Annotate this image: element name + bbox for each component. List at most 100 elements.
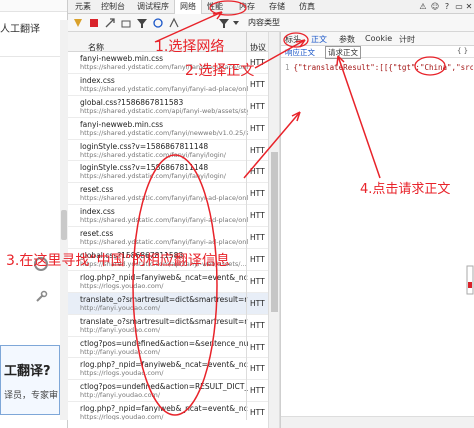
request-path: https://shared.ydstatic.com/fanyi/fanyi-… [80, 194, 248, 203]
request-protocol: HTT [250, 145, 265, 155]
export-icon[interactable] [104, 17, 116, 29]
request-name: loginStyle.css?v=1586867811148 [80, 163, 209, 173]
filter-funnel-icon[interactable] [136, 17, 148, 29]
response-json-text: {"translateResult":[[{"tgt":"China","src… [293, 63, 473, 72]
body-sub-tabs: 响应正文 请求正文 [281, 46, 474, 59]
detail-tabs: 标头 正文 参数 Cookie 计时 [281, 32, 474, 46]
page-scrollbar[interactable] [60, 20, 68, 420]
import-icon[interactable] [120, 17, 132, 29]
throttle-icon[interactable] [168, 17, 180, 29]
request-list: fanyi-newweb.min.css https://shared.ydsta… [68, 52, 268, 420]
page-scroll-thumb[interactable] [61, 210, 67, 240]
request-protocol: HTT [250, 211, 265, 221]
wrench-icon[interactable] [34, 290, 48, 304]
scroll-edge-handle[interactable] [466, 262, 474, 302]
request-row[interactable]: rlog.php?_npid=fanyiweb&_ncat=event&_nco… [68, 271, 268, 293]
request-name: rlog.php?_npid=fanyiweb&_ncat=event&_nco… [80, 360, 248, 370]
request-row[interactable]: reset.css https://shared.ydstatic.com/fan… [68, 183, 268, 206]
network-toolbar: 内容类型 [68, 14, 474, 32]
detail-horizontal-scrollbar[interactable] [281, 416, 474, 428]
column-divider [246, 52, 247, 420]
request-path: https://shared.ydstatic.com/fanyi/fanyi-… [80, 216, 248, 225]
detail-tab[interactable]: Cookie [365, 34, 392, 43]
request-name: translate_o?smartresult=dict&smartresult… [80, 294, 248, 304]
devtools-tab[interactable]: 网络 [174, 0, 202, 14]
request-row[interactable]: index.css https://shared.ydstatic.com/fan… [68, 205, 268, 228]
promo-subtitle: 译员，专家审 [4, 391, 59, 401]
request-protocol: HTT [250, 79, 265, 89]
request-name: fanyi-newweb.min.css [80, 119, 164, 129]
request-path: https://shared.ydstatic.com/api/fanyi-we… [80, 106, 248, 115]
detail-tab[interactable]: 正文 [311, 34, 327, 45]
request-name: rlog.php?_npid=fanyiweb&_ncat=event&_nco… [80, 404, 248, 414]
request-path: https://shared.ydstatic.com/fanyi/newweb… [80, 128, 248, 137]
request-path: http://fanyi.youdao.com/ [80, 325, 161, 334]
annotation-step-1: 1.选择网络 [155, 39, 225, 55]
request-name: reset.css [80, 185, 114, 195]
detail-tab[interactable]: 标头 [285, 34, 301, 45]
devtools-tab[interactable]: 存储 [264, 0, 290, 14]
request-row[interactable]: rlog.php?_npid=fanyiweb&_ncat=event&_nco… [68, 358, 268, 381]
request-name: rlog.php?_npid=fanyiweb&_ncat=event&_nco… [80, 272, 248, 282]
request-protocol: HTT [250, 255, 265, 265]
filter-dropdown-icon[interactable] [218, 17, 230, 29]
request-protocol: HTT [250, 189, 265, 199]
detail-tab[interactable]: 参数 [339, 34, 355, 45]
request-row[interactable]: ctlog?pos=undefined&action=RESULT_DICT_S… [68, 380, 268, 403]
devtools-tab[interactable]: 仿真 [294, 0, 320, 14]
page-content-strip: 人工翻译 工翻译? 译员，专家审 [0, 0, 68, 428]
request-protocol: HTT [250, 320, 265, 330]
record-icon[interactable] [88, 17, 100, 29]
promo-box [0, 345, 60, 415]
request-protocol: HTT [250, 276, 265, 286]
content-type-filter[interactable]: 内容类型 [248, 17, 280, 28]
cache-icon[interactable] [152, 17, 164, 29]
request-row[interactable]: loginStyle.css?v=1586867811148 https://sh… [68, 140, 268, 162]
chevron-down-icon[interactable] [232, 19, 240, 27]
request-protocol: HTT [250, 233, 265, 243]
warning-icon[interactable]: ⚠ [418, 2, 428, 12]
request-path: https://shared.ydstatic.com/fanyi/fanyi/… [80, 150, 226, 159]
page-top-bar [0, 0, 67, 12]
devtools-tab[interactable]: 性能 [202, 0, 228, 14]
dock-icon[interactable]: ▭ [454, 2, 464, 12]
request-row[interactable]: global.css?1586867811583 https://shared.y… [68, 96, 268, 118]
devtools-tab[interactable]: 元素 [70, 0, 96, 14]
request-row[interactable]: ctlog?pos=undefined&action=&sentence_num… [68, 337, 268, 359]
smiley-icon[interactable]: ☺ [430, 2, 440, 12]
request-row[interactable]: translate_o?smartresult=dict&smartresult… [68, 292, 268, 315]
request-path: https://rlogs.youdao.com/ [80, 281, 164, 290]
request-name: loginStyle.css?v=1586867811148 [80, 141, 209, 151]
close-icon[interactable]: ✕ [464, 2, 474, 12]
clear-icon[interactable] [72, 17, 84, 29]
request-path: https://rlogs.youdao.com/ [80, 413, 164, 420]
request-path: https://shared.ydstatic.com/fanyi/fanyi/… [80, 172, 226, 181]
request-detail-pane: 标头 正文 参数 Cookie 计时 响应正文 请求正文 { } 1 {"translate… [280, 32, 474, 428]
devtools-tab[interactable]: 调试程序 [132, 0, 174, 14]
devtools-tab[interactable]: 内存 [234, 0, 260, 14]
request-protocol: HTT [250, 364, 265, 374]
request-list-scroll-thumb[interactable] [271, 152, 278, 312]
request-row[interactable]: rlog.php?_npid=fanyiweb&_ncat=event&_nco… [68, 402, 268, 420]
request-protocol: HTT [250, 408, 265, 418]
request-name: ctlog?pos=undefined&action=RESULT_DICT_S… [80, 382, 248, 392]
annotation-step-4: 4.点击请求正文 [360, 182, 451, 197]
body-sub-tab[interactable]: 请求正文 [325, 46, 361, 59]
request-list-scrollbar[interactable] [268, 32, 280, 428]
detail-tab[interactable]: 计时 [399, 34, 415, 45]
help-icon[interactable]: ? [442, 2, 452, 12]
request-protocol: HTT [250, 342, 265, 352]
request-row[interactable]: reset.css https://shared.ydstatic.com/fan… [68, 227, 268, 250]
request-path: http://fanyi.youdao.com/ [80, 303, 161, 312]
request-protocol: HTT [250, 123, 265, 133]
request-row[interactable]: translate_o?smartresult=dict&smartresult… [68, 315, 268, 337]
request-row[interactable]: loginStyle.css?v=1586867811148 https://sh… [68, 161, 268, 184]
divider [0, 56, 68, 57]
devtools-tab-bar: 元素 控制台 调试程序 网络 性能 内存 存储 仿真 ⚠ ☺ ? ▭ ✕ [68, 0, 474, 14]
request-row[interactable]: fanyi-newweb.min.css https://shared.ydsta… [68, 118, 268, 140]
annotation-step-2: 2.选择正文 [185, 63, 255, 79]
human-translation-link[interactable]: 人工翻译 [0, 20, 40, 35]
body-sub-tab[interactable]: 响应正文 [285, 47, 315, 58]
pretty-print-icon[interactable]: { } [457, 47, 471, 57]
devtools-tab[interactable]: 控制台 [96, 0, 130, 14]
